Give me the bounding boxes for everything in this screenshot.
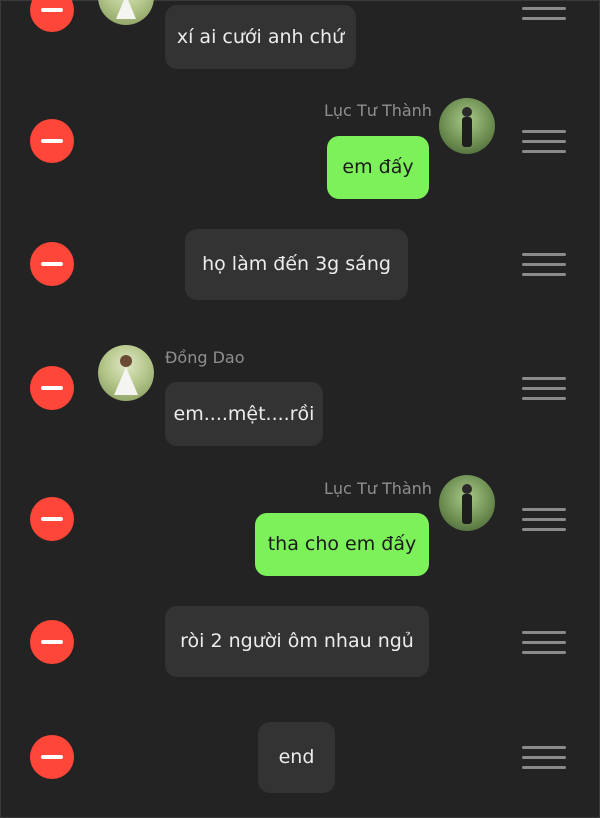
list-item-6[interactable]: end (0, 0, 600, 818)
delete-button[interactable] (30, 735, 74, 779)
drag-handle-icon[interactable] (522, 746, 566, 770)
message-text: end (278, 746, 315, 768)
minus-icon (41, 755, 63, 759)
message-bubble: end (258, 722, 335, 793)
